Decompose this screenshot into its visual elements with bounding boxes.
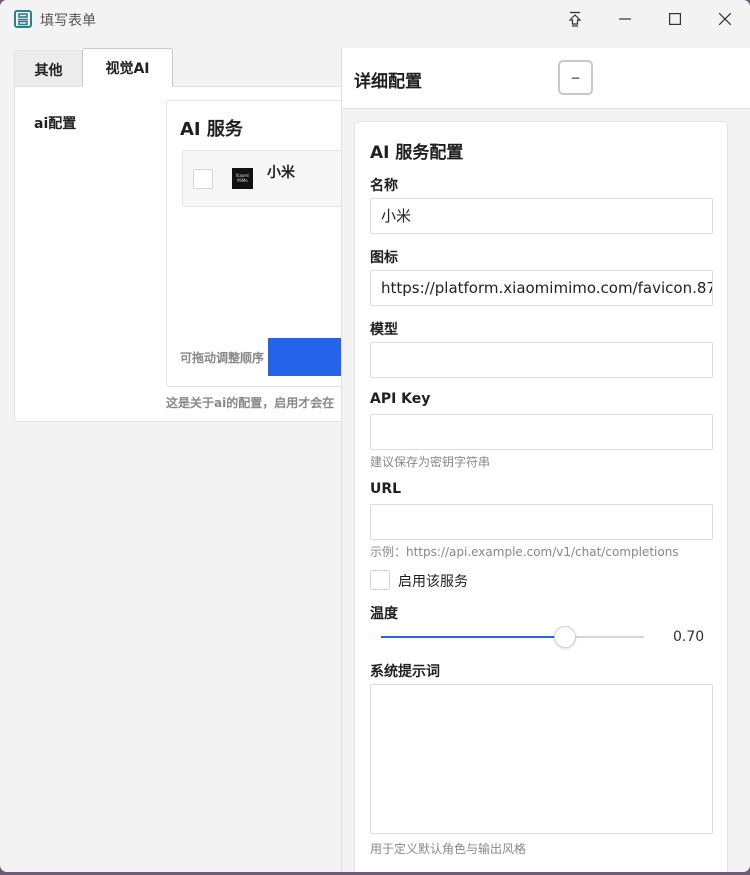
url-label: URL [370, 481, 402, 497]
enable-service-label: 启用该服务 [398, 574, 468, 590]
icon-url-input[interactable]: https://platform.xiaomimimo.com/favicon.… [370, 270, 713, 306]
ai-config-description: 这是关于ai的配置，启用才会在 [166, 396, 335, 410]
system-prompt-help: 用于定义默认角色与输出风格 [370, 842, 527, 856]
drawer-collapse-button[interactable]: − [558, 60, 593, 95]
service-config-form: AI 服务配置 名称 小米 图标 https://platform.xiaomi… [354, 121, 728, 872]
pin-top-icon [568, 11, 582, 27]
name-label: 名称 [370, 178, 398, 194]
xiaomi-mimo-logo-icon: Xiaomi MiMo [232, 168, 253, 189]
minimize-button[interactable] [600, 0, 650, 38]
window-title: 填写表单 [40, 13, 96, 29]
drawer-title: 详细配置 [354, 72, 422, 92]
system-prompt-textarea[interactable] [370, 684, 713, 834]
minimize-icon [619, 18, 631, 20]
tab-vision-ai[interactable]: 视觉AI [82, 48, 173, 87]
maximize-icon [669, 13, 681, 25]
detail-config-drawer: 详细配置 − AI 服务配置 名称 小米 图标 https://platform… [341, 48, 750, 872]
system-prompt-label: 系统提示词 [370, 664, 440, 680]
name-input[interactable]: 小米 [370, 198, 713, 234]
temperature-slider[interactable] [381, 626, 644, 648]
form-app-icon [14, 10, 32, 28]
url-help: 示例：https://api.example.com/v1/chat/compl… [370, 545, 679, 559]
drawer-header: 详细配置 − [342, 48, 750, 109]
service-item-name: 小米 [267, 165, 295, 181]
close-button[interactable] [700, 0, 750, 38]
enable-service-checkbox[interactable] [370, 570, 390, 590]
temperature-value: 0.70 [673, 629, 705, 645]
icon-label: 图标 [370, 250, 398, 266]
model-input[interactable] [370, 342, 713, 378]
title-bar: 填写表单 [0, 0, 750, 38]
api-key-help: 建议保存为密钥字符串 [370, 455, 491, 469]
drag-reorder-hint: 可拖动调整顺序 [180, 351, 265, 365]
app-window: 填写表单 其他 视觉AI ai配置 AI 服务 Xiaomi MiMo 小米 可… [0, 0, 750, 872]
service-item-checkbox[interactable] [193, 169, 213, 189]
temperature-label: 温度 [370, 606, 398, 622]
close-icon [719, 13, 731, 25]
temperature-slider-handle[interactable] [554, 626, 577, 648]
url-input[interactable] [370, 504, 713, 540]
form-title: AI 服务配置 [370, 143, 464, 163]
api-key-input[interactable] [370, 414, 713, 450]
model-label: 模型 [370, 322, 398, 338]
maximize-button[interactable] [650, 0, 700, 38]
api-key-label: API Key [370, 391, 431, 407]
tab-other[interactable]: 其他 [14, 50, 83, 88]
temperature-slider-fill [381, 636, 566, 638]
pin-on-top-button[interactable] [550, 0, 600, 38]
section-label-ai-config: ai配置 [34, 116, 77, 132]
service-list-title: AI 服务 [180, 119, 243, 140]
